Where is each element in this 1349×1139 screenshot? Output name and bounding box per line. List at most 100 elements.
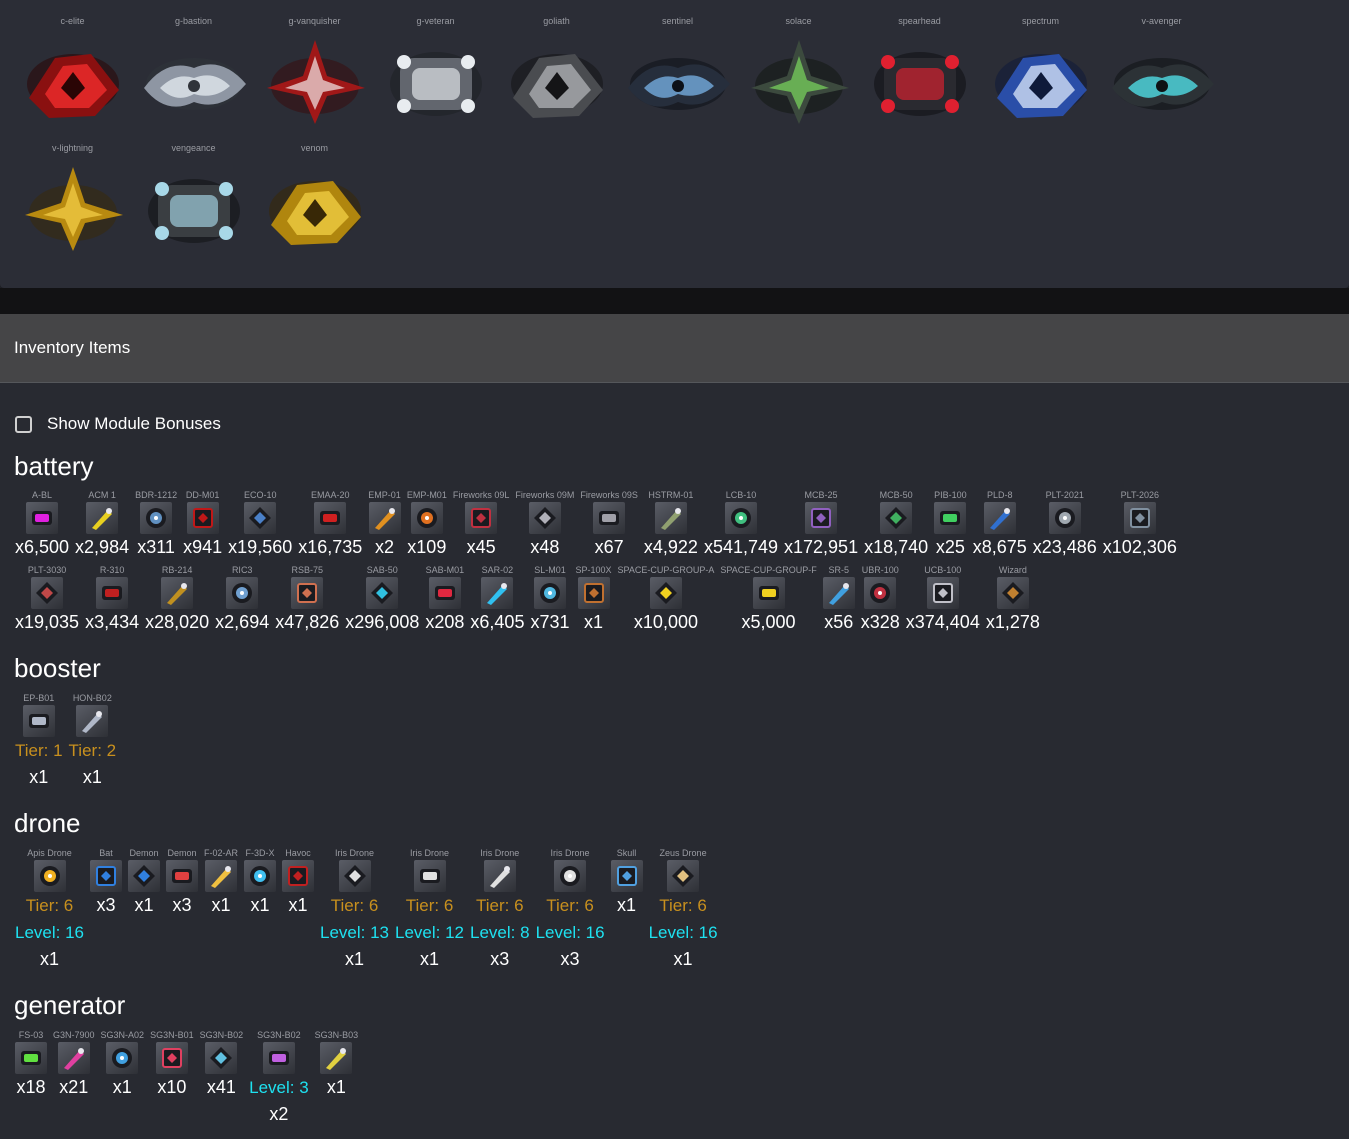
inventory-item[interactable]: SG3N-B02 Level: 3 x2 <box>246 1029 312 1128</box>
inventory-item[interactable]: Wizard x1,278 <box>983 564 1043 636</box>
inventory-item[interactable]: PLT-2021 x23,486 <box>1030 489 1100 561</box>
inventory-item[interactable]: UCB-100 x374,404 <box>903 564 983 636</box>
inventory-item[interactable]: PIB-100 x25 <box>931 489 970 561</box>
inventory-item[interactable]: SG3N-B03 x1 <box>312 1029 362 1128</box>
inventory-item[interactable]: RIC3 x2,694 <box>212 564 272 636</box>
item-quantity: x1 <box>211 895 231 915</box>
item-level: Level: 16 <box>648 923 718 942</box>
ship-card[interactable]: spectrum <box>980 14 1101 132</box>
inventory-item[interactable]: MCB-50 x18,740 <box>861 489 931 561</box>
inventory-item[interactable]: SPACE-CUP-GROUP-A x10,000 <box>615 564 718 636</box>
ship-card[interactable]: c-elite <box>12 14 133 132</box>
emp-01-icon <box>368 502 401 534</box>
inventory-item[interactable]: Havoc x1 <box>279 847 317 973</box>
ship-card[interactable]: v-lightning <box>12 141 133 259</box>
inventory-item[interactable]: PLT-3030 x19,035 <box>12 564 82 636</box>
item-quantity: x1 <box>345 949 365 969</box>
ship-name: v-avenger <box>1141 16 1182 26</box>
inventory-item[interactable]: F-3D-X x1 <box>241 847 279 973</box>
inventory-item[interactable]: SPACE-CUP-GROUP-F x5,000 <box>717 564 819 636</box>
inventory-item[interactable]: R-310 x3,434 <box>82 564 142 636</box>
inventory-item[interactable]: SG3N-B01 x10 <box>147 1029 197 1128</box>
item-name: SAB-50 <box>366 565 398 575</box>
ship-card[interactable]: v-avenger <box>1101 14 1222 132</box>
inventory-item[interactable]: Iris Drone Tier: 6 Level: 8 x3 <box>467 847 533 973</box>
inventory-item[interactable]: UBR-100 x328 <box>858 564 903 636</box>
inventory-item[interactable]: EMAA-20 x16,735 <box>295 489 365 561</box>
inventory-item[interactable]: Fireworks 09M x48 <box>512 489 577 561</box>
inventory-item[interactable]: BDR-1212 x311 <box>132 489 180 561</box>
ship-name: g-vanquisher <box>288 16 341 26</box>
inventory-item[interactable]: SR-5 x56 <box>820 564 858 636</box>
sab-50-icon <box>366 577 399 609</box>
inventory-item[interactable]: MCB-25 x172,951 <box>781 489 861 561</box>
inventory-item[interactable]: A-BL x6,500 <box>12 489 72 561</box>
item-name: Demon <box>129 848 159 858</box>
show-module-bonuses-checkbox[interactable] <box>15 415 32 433</box>
inventory-item[interactable]: RSB-75 x47,826 <box>272 564 342 636</box>
inventory-item[interactable]: Skull x1 <box>608 847 646 973</box>
inventory-item[interactable]: HON-B02 Tier: 2 x1 <box>66 692 120 791</box>
inventory-item[interactable]: EMP-M01 x109 <box>404 489 450 561</box>
mcb-25-icon <box>805 502 838 534</box>
ship-name: spectrum <box>1021 16 1059 26</box>
ship-card[interactable]: g-vanquisher <box>254 14 375 132</box>
ship-card[interactable]: sentinel <box>617 14 738 132</box>
r-310-icon <box>96 577 129 609</box>
inventory-item[interactable]: LCB-10 x541,749 <box>701 489 781 561</box>
inventory-item[interactable]: Iris Drone Tier: 6 Level: 16 x3 <box>533 847 608 973</box>
ship-card[interactable]: venom <box>254 141 375 259</box>
ucb-100-icon <box>926 577 959 609</box>
inventory-item[interactable]: ACM 1 x2,984 <box>72 489 132 561</box>
ship-card[interactable]: g-bastion <box>133 14 254 132</box>
category-title-battery: battery <box>14 451 94 481</box>
inventory-item[interactable]: SG3N-A02 x1 <box>98 1029 148 1128</box>
demon-drone-icon <box>128 860 160 892</box>
inventory-item[interactable]: FS-03 x18 <box>12 1029 50 1128</box>
inventory-item[interactable]: Fireworks 09S x67 <box>577 489 641 561</box>
inventory-item[interactable]: Demon x3 <box>163 847 201 973</box>
hstrm-01-icon <box>654 502 687 534</box>
inventory-item[interactable]: SAB-M01 x208 <box>422 564 467 636</box>
item-name: Iris Drone <box>550 848 590 858</box>
inventory-item[interactable]: SG3N-B02 x41 <box>197 1029 247 1128</box>
inventory-item[interactable]: SAR-02 x6,405 <box>467 564 527 636</box>
inventory-item[interactable]: G3N-7900 x21 <box>50 1029 98 1128</box>
ship-card[interactable]: spearhead <box>859 14 980 132</box>
inventory-item[interactable]: DD-M01 x941 <box>180 489 225 561</box>
inventory-item[interactable]: F-02-AR x1 <box>201 847 241 973</box>
inventory-item[interactable]: PLT-2026 x102,306 <box>1100 489 1180 561</box>
inventory-item[interactable]: Bat x3 <box>87 847 125 973</box>
inventory-item[interactable]: Zeus Drone Tier: 6 Level: 16 x1 <box>646 847 721 973</box>
item-quantity: x1 <box>134 895 154 915</box>
inventory-item[interactable]: Demon x1 <box>125 847 163 973</box>
inventory-item[interactable]: SL-M01 x731 <box>527 564 572 636</box>
show-module-bonuses-toggle[interactable]: Show Module Bonuses <box>15 414 221 434</box>
ship-name: g-veteran <box>416 16 455 26</box>
emaa-20-icon <box>314 502 347 534</box>
inventory-item[interactable]: EP-B01 Tier: 1 x1 <box>12 692 66 791</box>
item-quantity: x18 <box>16 1077 46 1097</box>
ship-card[interactable]: g-veteran <box>375 14 496 132</box>
inventory-item[interactable]: SP-100X x1 <box>573 564 615 636</box>
inventory-item[interactable]: Iris Drone Tier: 6 Level: 13 x1 <box>317 847 392 973</box>
item-name: UCB-100 <box>924 565 962 575</box>
inventory-item[interactable]: ECO-10 x19,560 <box>225 489 295 561</box>
ship-card[interactable]: solace <box>738 14 859 132</box>
ships-row: v-lightning vengeance venom <box>12 141 375 259</box>
inventory-item[interactable]: HSTRM-01 x4,922 <box>641 489 701 561</box>
inventory-item[interactable]: Iris Drone Tier: 6 Level: 12 x1 <box>392 847 467 973</box>
ship-card[interactable]: vengeance <box>133 141 254 259</box>
category-title-drone: drone <box>14 808 81 838</box>
item-quantity: x6,500 <box>15 537 70 557</box>
ship-card[interactable]: goliath <box>496 14 617 132</box>
inventory-item[interactable]: Apis Drone Tier: 6 Level: 16 x1 <box>12 847 87 973</box>
rb-214-icon <box>161 577 194 609</box>
inventory-item[interactable]: Fireworks 09L x45 <box>450 489 513 561</box>
inventory-item[interactable]: RB-214 x28,020 <box>142 564 212 636</box>
inventory-item[interactable]: SAB-50 x296,008 <box>342 564 422 636</box>
ship-name: sentinel <box>661 16 694 26</box>
inventory-item[interactable]: PLD-8 x8,675 <box>970 489 1030 561</box>
item-quantity: x374,404 <box>905 612 980 632</box>
inventory-item[interactable]: EMP-01 x2 <box>365 489 404 561</box>
